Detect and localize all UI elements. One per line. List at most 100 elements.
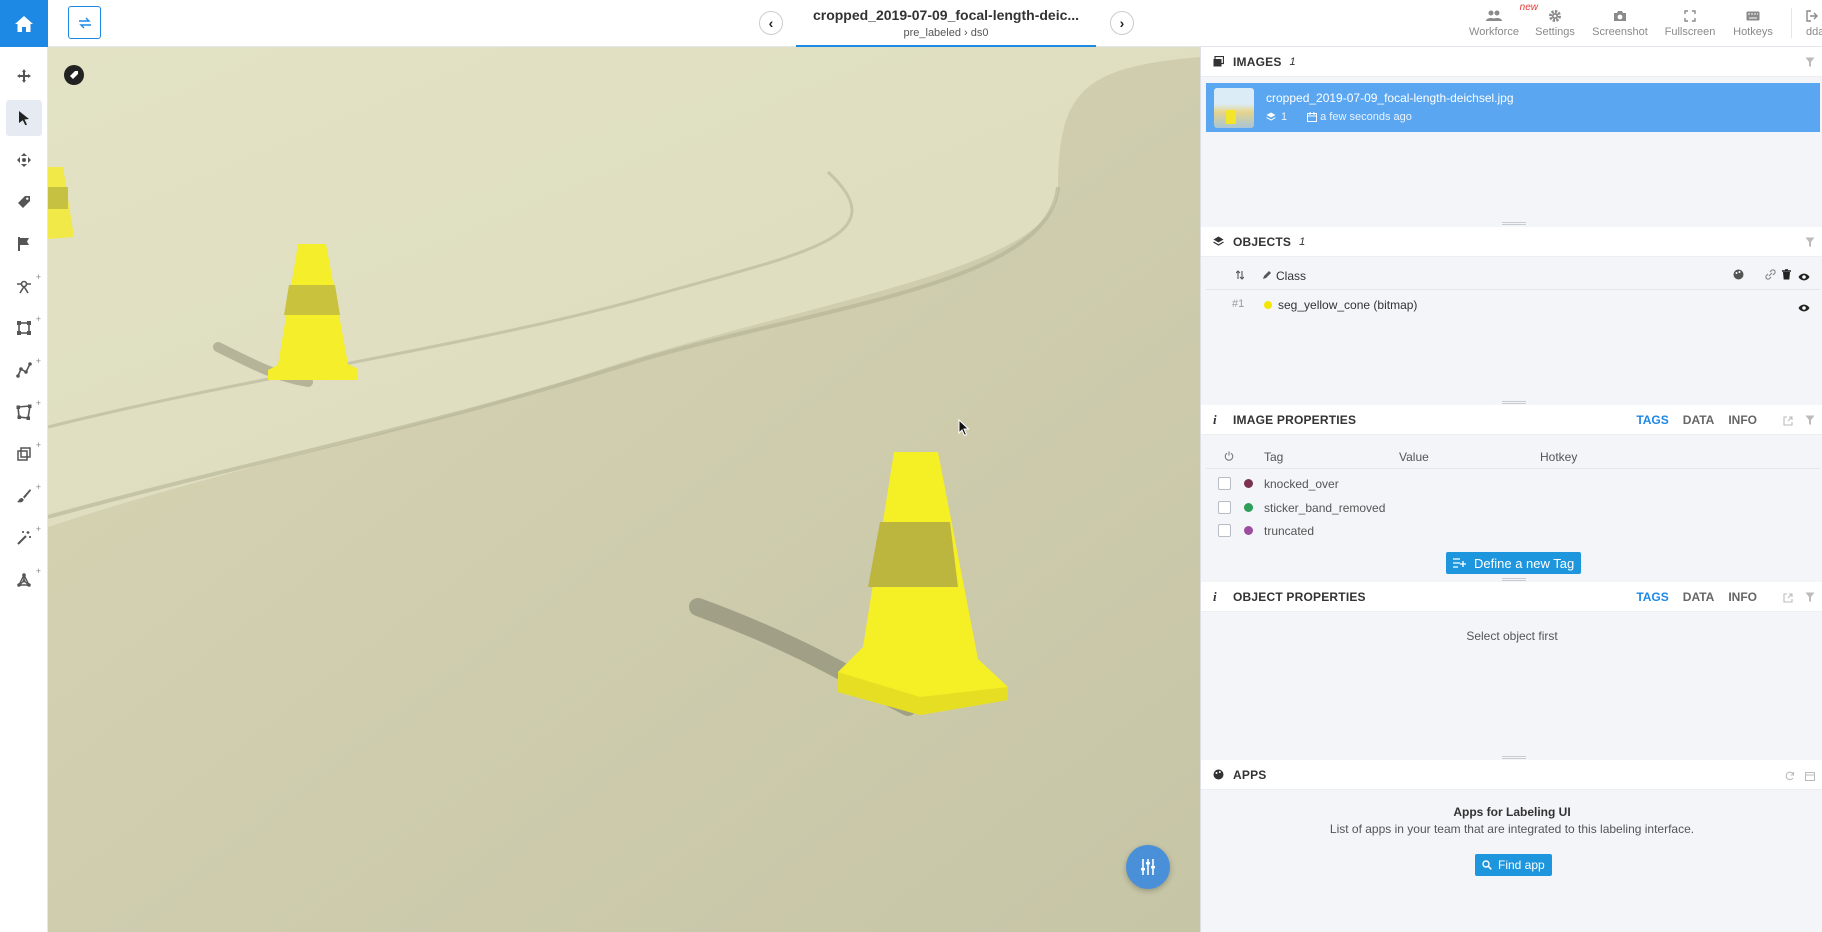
pointer-icon [19,111,29,126]
tab-data[interactable]: DATA [1683,413,1715,427]
flag-tool[interactable] [0,223,48,265]
settings-button[interactable]: Settings [1530,6,1580,42]
swap-icon [78,17,91,28]
camera-icon [1614,11,1626,21]
add-list-icon [1453,558,1466,568]
image-settings-button[interactable] [1126,845,1170,889]
images-icon [1213,56,1224,67]
filter-icon [1805,57,1815,67]
sort-icon[interactable] [1235,269,1245,283]
apps-heading: Apps for Labeling UI [1453,805,1571,819]
tag-row-knocked-over: knocked_over [1206,473,1820,495]
resize-handle[interactable] [1502,401,1526,404]
external-link-button[interactable] [1783,414,1793,429]
move-tool[interactable] [0,55,48,97]
cuboid-icon [17,447,31,461]
tab-info[interactable]: INFO [1728,413,1757,427]
info-icon: i [1213,588,1217,604]
prev-image-button[interactable]: ‹ [759,11,783,35]
objects-section-header: OBJECTS 1 [1201,227,1822,257]
point-tool[interactable]: + [0,265,48,307]
find-app-button[interactable]: Find app [1475,854,1552,876]
magic-wand-tool[interactable]: + [0,517,48,559]
eye-icon[interactable] [1798,301,1810,315]
refresh-icon [1785,771,1795,781]
sliders-icon [1141,859,1155,875]
external-link-button[interactable] [1783,591,1793,606]
fullscreen-button[interactable]: Fullscreen [1660,6,1720,42]
refresh-apps-button[interactable] [1785,769,1795,784]
image-thumbnail [1214,88,1254,128]
image-list-item[interactable]: cropped_2019-07-09_focal-length-deichsel… [1206,83,1820,132]
keyboard-icon [1746,11,1760,21]
point-icon [17,280,31,294]
graph-tool[interactable]: + [0,559,48,601]
define-new-tag-button[interactable]: Define a new Tag [1446,552,1582,574]
image-canvas[interactable] [48,47,1200,932]
resize-handle[interactable] [1502,222,1526,225]
pointer-tool[interactable] [0,97,48,139]
hotkeys-button[interactable]: Hotkeys [1728,6,1778,42]
gear-icon [1549,10,1561,22]
move-icon [17,69,31,83]
top-header: ‹ cropped_2019-07-09_focal-length-deic..… [48,0,1822,47]
tab-tags[interactable]: TAGS [1636,413,1668,427]
tag-checkbox[interactable] [1218,477,1231,490]
chevron-left-icon: ‹ [768,15,774,31]
tab-info[interactable]: INFO [1728,590,1757,604]
filter-objects-button[interactable] [1805,236,1815,251]
filter-images-button[interactable] [1805,56,1815,71]
tag-tool[interactable] [0,181,48,223]
cuboid-tool[interactable]: + [0,433,48,475]
brush-tool[interactable]: + [0,475,48,517]
drag-tool[interactable] [0,139,48,181]
left-toolbar: + + + + + + + + [0,0,48,932]
resize-handle[interactable] [1502,756,1526,759]
tag-row-sticker-band-removed: sticker_band_removed [1206,497,1820,519]
home-button[interactable] [0,0,48,47]
mouse-cursor-icon [958,419,970,437]
filter-icon [1805,415,1815,425]
polygon-tool[interactable]: + [0,391,48,433]
image-properties-header: i IMAGE PROPERTIES TAGS DATA INFO [1201,405,1822,435]
screenshot-button[interactable]: Screenshot [1588,6,1652,42]
filter-object-tags-button[interactable] [1805,591,1815,606]
tag-checkbox[interactable] [1218,501,1231,514]
user-menu-button[interactable]: dda [1800,6,1822,42]
apps-section-header: APPS [1201,760,1822,790]
info-icon: i [1213,411,1217,427]
apps-calendar-button[interactable] [1805,769,1815,784]
object-list-item[interactable]: #1 seg_yellow_cone (bitmap) [1206,291,1820,319]
image-meta: 1 a few seconds ago [1266,111,1412,123]
drag-icon [17,153,31,167]
graph-icon [17,573,31,587]
image-tag-marker[interactable] [64,65,84,85]
breadcrumb: pre_labeled › ds0 [903,27,989,39]
workforce-button[interactable]: new Workforce [1464,2,1538,42]
users-icon [1486,10,1502,21]
eye-icon[interactable] [1798,270,1810,284]
link-icon[interactable] [1765,269,1776,283]
next-image-button[interactable]: › [1110,11,1134,35]
tag-color-dot [1244,526,1253,535]
class-column-label: Class [1276,269,1307,283]
resize-handle[interactable] [1502,578,1526,581]
filter-tags-button[interactable] [1805,414,1815,429]
tag-color-dot [1244,479,1253,488]
tab-tags[interactable]: TAGS [1636,590,1668,604]
image-filename: cropped_2019-07-09_focal-length-deichsel… [1266,91,1514,105]
tab-data[interactable]: DATA [1683,590,1715,604]
magic-wand-icon [17,531,31,545]
polyline-tool[interactable]: + [0,349,48,391]
tag-checkbox[interactable] [1218,524,1231,537]
trash-icon[interactable] [1782,269,1791,283]
swap-button[interactable] [68,6,101,39]
power-icon [1224,450,1234,464]
filter-icon [1805,592,1815,602]
image-properties-tabs: TAGS DATA INFO [1636,413,1757,427]
layers-icon [1213,236,1224,246]
object-properties-header: i OBJECT PROPERTIES TAGS DATA INFO [1201,582,1822,612]
palette-icon[interactable] [1733,269,1744,283]
images-section-header: IMAGES 1 [1201,47,1822,77]
rectangle-tool[interactable]: + [0,307,48,349]
